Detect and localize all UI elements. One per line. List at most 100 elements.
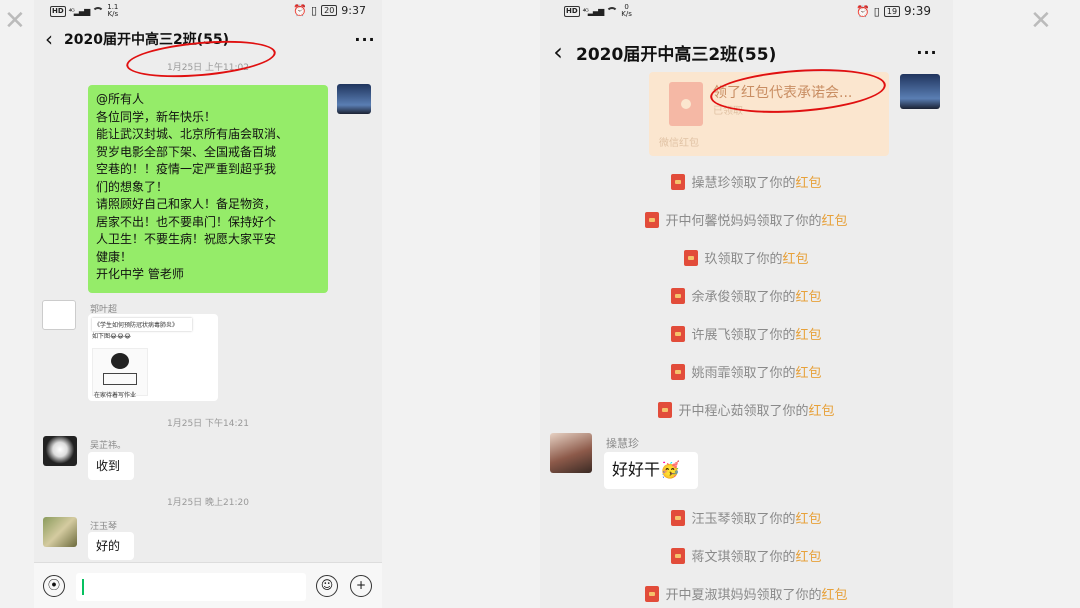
vibrate-icon: ▯ — [311, 4, 318, 17]
red-packet-link[interactable]: 红包 — [809, 404, 835, 419]
sender-name: 操慧珍 — [606, 437, 639, 450]
red-packet-icon — [671, 548, 686, 564]
red-packet-icon — [645, 586, 660, 602]
announcement-line: 健康！ — [96, 249, 133, 264]
chat-title: 2020届开中高三2班(55) — [576, 44, 777, 65]
image-footer: 在家待着写作业 — [94, 392, 137, 399]
wifi-icon — [606, 6, 619, 16]
red-packet-claim-notice: 蒋文琪领取了你的红包 — [540, 546, 953, 565]
more-icon[interactable]: ··· — [901, 43, 953, 62]
avatar[interactable] — [337, 84, 371, 114]
red-packet-icon — [658, 402, 673, 418]
claimer-name[interactable]: 开中程心茹 — [678, 404, 743, 419]
claim-text: 领取了你的 — [730, 176, 796, 191]
red-packet-link[interactable]: 红包 — [796, 512, 822, 527]
message-bubble[interactable]: 好好干🥳 — [604, 452, 698, 489]
claim-text: 领取了你的 — [730, 512, 796, 527]
claimer-name[interactable]: 许展飞 — [691, 328, 730, 343]
announcement-line: 各位同学，新年快乐！ — [96, 109, 217, 124]
red-packet-link[interactable]: 红包 — [796, 550, 822, 565]
announcement-line: 空巷的！！疫情一定严重到超乎我 — [96, 162, 277, 176]
claim-text: 领取了你的 — [743, 404, 809, 419]
announcement-line: 人卫生！不要生病！祝愿大家平安 — [96, 232, 277, 246]
message-bubble[interactable]: 好的 — [88, 532, 134, 560]
image-caption: 《学生如何预防冠状病毒肺炎》 — [92, 318, 192, 331]
text-caret — [82, 579, 84, 595]
claim-text: 领取了你的 — [717, 252, 783, 267]
avatar[interactable] — [550, 433, 592, 473]
red-packet-claim-notice: 开中何馨悦妈妈领取了你的红包 — [540, 210, 953, 229]
claim-text: 领取了你的 — [730, 290, 796, 305]
sender-name: 吴芷祎。 — [90, 441, 127, 451]
announcement-line: 居家不出！也不要串门！保持好个 — [96, 214, 277, 229]
red-packet-claim-notice: 汪玉琴领取了你的红包 — [540, 508, 953, 527]
claimer-name[interactable]: 操慧珍 — [691, 176, 730, 191]
red-packet-link[interactable]: 红包 — [796, 366, 822, 381]
claimer-name[interactable]: 玖 — [704, 252, 717, 267]
announcement-line: 们的想象了！ — [96, 179, 169, 194]
red-packet-claim-notice: 开中程心茹领取了你的红包 — [540, 400, 953, 419]
alarm-icon: ⏰ — [856, 4, 870, 18]
red-packet-link[interactable]: 红包 — [796, 328, 822, 343]
red-packet-icon — [671, 174, 686, 190]
avatar[interactable] — [43, 517, 77, 547]
claimer-name[interactable]: 开中夏淑琪妈妈 — [665, 588, 756, 603]
claim-text: 领取了你的 — [756, 588, 822, 603]
red-packet-claim-notice: 开中夏淑琪妈妈领取了你的红包 — [540, 584, 953, 603]
red-packet-link[interactable]: 红包 — [783, 252, 809, 267]
avatar[interactable] — [43, 436, 77, 466]
alarm-icon: ⏰ — [293, 4, 308, 17]
battery-icon: 20 — [321, 5, 338, 16]
claimer-name[interactable]: 姚雨霏 — [691, 366, 730, 381]
wifi-icon — [92, 6, 105, 16]
image-message[interactable]: 《学生如何预防冠状病毒肺炎》 如下图😂😂😂 在家待着写作业 — [88, 314, 218, 401]
red-packet-icon — [684, 250, 699, 266]
more-icon[interactable]: ··· — [348, 30, 382, 49]
timestamp: 1月25日 下午14:21 — [167, 419, 249, 429]
status-time: 9:39 — [904, 4, 931, 18]
emoji-icon[interactable]: ☺ — [316, 575, 338, 597]
chat-header: ‹ 2020届开中高三2班(55) ··· — [540, 32, 953, 72]
avatar[interactable] — [900, 74, 940, 109]
red-packet-link[interactable]: 红包 — [822, 588, 848, 603]
red-packet-link[interactable]: 红包 — [796, 290, 822, 305]
status-bar: HD ⁴ᴳ▂▄▆ 0 K/s ⏰ ▯ 19 9:39 — [540, 0, 953, 22]
plus-icon[interactable]: + — [350, 575, 372, 597]
sender-name: 汪玉琴 — [90, 522, 118, 532]
message-input[interactable] — [76, 573, 306, 601]
hd-icon: HD — [50, 5, 66, 17]
decorative-sparkle-right: ✕ — [1030, 6, 1052, 36]
claimer-name[interactable]: 余承俊 — [691, 290, 730, 305]
claim-text: 领取了你的 — [756, 214, 822, 229]
announcement-bubble[interactable]: @所有人 各位同学，新年快乐！ 能让武汉封城、北京所有庙会取消、 贺岁电影全部下架、全… — [88, 85, 328, 293]
claim-text: 领取了你的 — [730, 366, 796, 381]
announcement-line: 贺岁电影全部下架、全国戒备百城 — [96, 144, 277, 159]
message-bubble[interactable]: 收到 — [88, 452, 134, 480]
announcement-line: 请照顾好自己和家人！备足物资， — [96, 197, 277, 211]
claim-text: 领取了你的 — [730, 328, 796, 343]
claimer-name[interactable]: 蒋文琪 — [691, 550, 730, 565]
claimer-name[interactable]: 汪玉琴 — [691, 512, 730, 527]
red-packet-claim-notice: 许展飞领取了你的红包 — [540, 324, 953, 343]
red-packet-link[interactable]: 红包 — [796, 176, 822, 191]
status-time: 9:37 — [341, 4, 366, 17]
back-icon[interactable]: ‹ — [34, 27, 64, 51]
battery-icon: 19 — [883, 5, 901, 17]
avatar[interactable] — [42, 300, 76, 330]
chat-screen-left: HD ⁴ᴳ▂▄▆ 1.1 K/s ⏰ ▯ 20 9:37 ‹ 2020届开中高三… — [34, 0, 382, 608]
status-bar: HD ⁴ᴳ▂▄▆ 1.1 K/s ⏰ ▯ 20 9:37 — [34, 0, 382, 22]
network-speed: 1.1 K/s — [107, 3, 119, 18]
hd-icon: HD — [564, 5, 580, 17]
signal-icon: ⁴ᴳ▂▄▆ — [582, 6, 605, 16]
red-packet-claim-notice: 玖领取了你的红包 — [540, 248, 953, 267]
voice-icon[interactable]: ⦿ — [43, 575, 65, 597]
red-packet-label: 微信红包 — [659, 138, 699, 149]
claimer-name[interactable]: 开中何馨悦妈妈 — [665, 214, 756, 229]
cartoon-illustration — [92, 348, 148, 396]
back-icon[interactable]: ‹ — [540, 38, 576, 66]
claim-text: 领取了你的 — [730, 550, 796, 565]
vibrate-icon: ▯ — [873, 4, 880, 18]
network-speed: 0 K/s — [621, 3, 632, 18]
red-packet-icon — [645, 212, 660, 228]
red-packet-link[interactable]: 红包 — [822, 214, 848, 229]
